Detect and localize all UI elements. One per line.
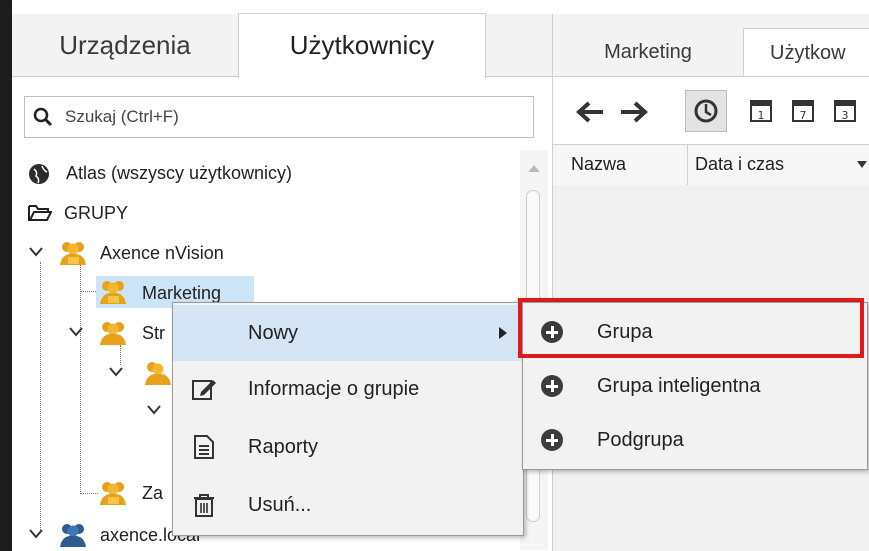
ad-group-icon [60,524,86,547]
submenu-item-smart-group[interactable]: Grupa inteligentna [523,359,867,413]
menu-item-delete[interactable]: Usuń... [173,477,523,533]
clock-icon [694,99,718,123]
folder-open-icon [28,205,52,221]
tree-line [80,262,81,494]
calendar-day-icon[interactable]: 1 [749,96,773,124]
column-name[interactable]: Nazwa [571,154,626,175]
menu-item-new[interactable]: Nowy [173,305,523,361]
plus-circle-icon [541,429,563,451]
toolbar: 1 7 3 [553,78,869,144]
tree-label-str: Str [142,323,166,343]
tree-line [40,262,41,532]
column-datetime[interactable]: Data i czas [695,154,784,175]
chevron-down-icon[interactable] [108,366,124,378]
calendar-month-icon[interactable]: 3 [833,96,857,124]
menu-label-reports: Raporty [248,436,319,458]
tree-label-atlas: Atlas (wszyscy użytkownicy) [66,163,293,183]
column-header: Nazwa Data i czas [553,144,869,186]
search-icon [33,107,53,127]
group-icon [100,322,126,345]
tree-label-za: Za [142,483,164,503]
menu-label-group-info: Informacje o grupie [248,378,420,400]
tab-users-right[interactable]: Użytkow [743,28,869,76]
right-tab-bar: Marketing Użytkow [553,14,869,77]
submenu-label-subgroup: Podgrupa [597,429,684,451]
group-icon [60,242,86,265]
calendar-week-icon[interactable]: 7 [791,96,815,124]
tree-line [120,345,121,365]
sort-down-icon[interactable] [857,161,867,169]
scroll-up-icon[interactable] [528,164,540,172]
menu-item-group-info[interactable]: Informacje o grupie [173,361,523,417]
menu-item-reports[interactable]: Raporty [173,419,523,475]
window-edge [0,0,12,551]
plus-circle-icon [541,375,563,397]
search-input[interactable]: Szukaj (Ctrl+F) [24,96,534,138]
submenu-label-smart-group: Grupa inteligentna [597,375,761,397]
report-icon [194,435,214,459]
tab-users[interactable]: Użytkownicy [238,13,486,78]
left-tab-bar: Urządzenia Użytkownicy [12,13,552,78]
tree-label-groups: GRUPY [64,203,129,223]
chevron-down-icon[interactable] [28,246,44,258]
svg-text:1: 1 [758,109,765,122]
chevron-down-icon[interactable] [146,404,162,416]
forward-arrow-icon[interactable] [619,100,649,124]
menu-label-new: Nowy [248,322,299,344]
edit-icon [192,380,216,400]
tab-marketing[interactable]: Marketing [553,28,743,76]
chevron-down-icon[interactable] [68,326,84,338]
submenu-arrow-icon [499,327,507,339]
group-icon [100,482,126,505]
context-menu: Nowy Informacje o grupie Raporty Usuń... [172,302,524,536]
chevron-down-icon[interactable] [28,528,44,540]
tree-line [80,493,98,494]
globe-icon [29,164,49,184]
highlight-box [518,298,864,358]
back-arrow-icon[interactable] [575,100,605,124]
history-button[interactable] [685,90,727,132]
tree-label-axence: Axence nVision [100,243,224,263]
svg-text:3: 3 [842,109,849,122]
submenu-item-subgroup[interactable]: Podgrupa [523,413,867,467]
tab-devices[interactable]: Urządzenia [12,14,238,76]
column-divider [687,145,688,185]
search-placeholder: Szukaj (Ctrl+F) [65,107,179,126]
menu-label-delete: Usuń... [248,494,312,516]
trash-icon [194,494,214,517]
group-icon [100,281,126,304]
svg-text:7: 7 [800,109,807,122]
